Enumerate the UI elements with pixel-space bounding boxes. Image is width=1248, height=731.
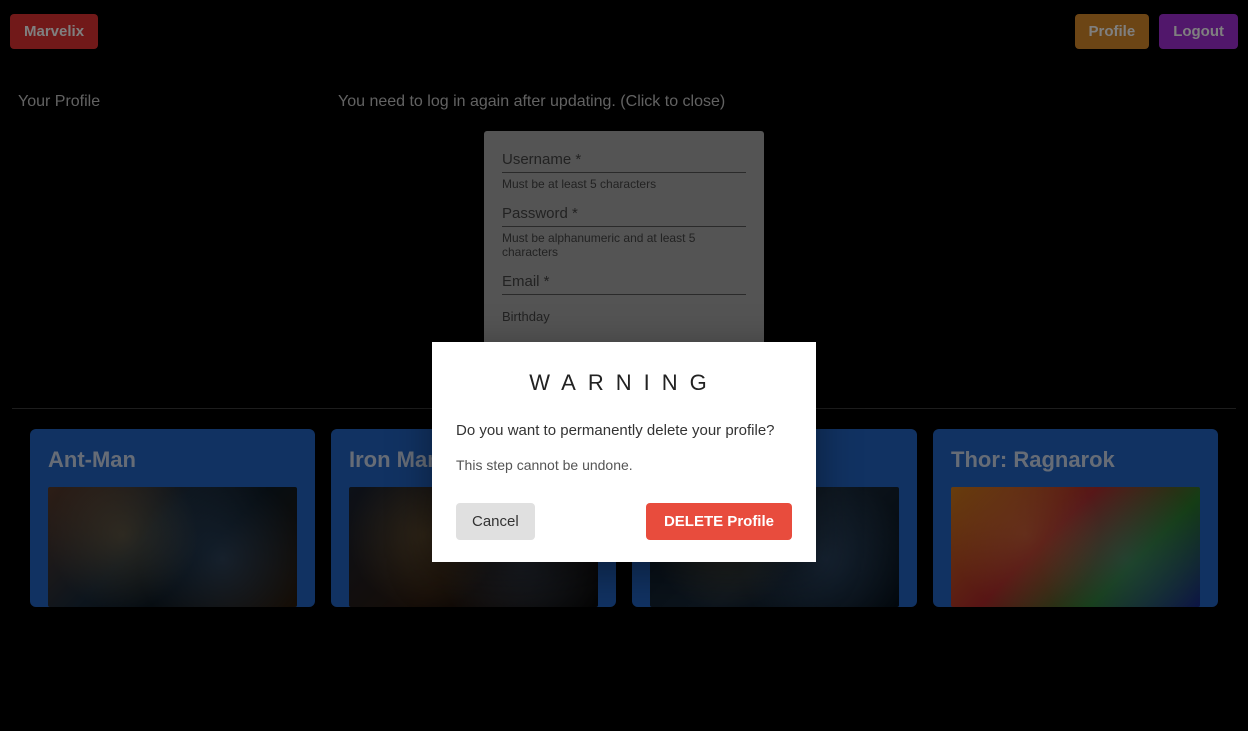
delete-warning-modal: WARNING Do you want to permanently delet…: [432, 342, 816, 562]
modal-title: WARNING: [456, 370, 792, 396]
delete-profile-button[interactable]: DELETE Profile: [646, 503, 792, 540]
modal-message: Do you want to permanently delete your p…: [456, 422, 792, 439]
modal-subtext: This step cannot be undone.: [456, 457, 792, 473]
modal-actions: Cancel DELETE Profile: [456, 503, 792, 540]
cancel-button[interactable]: Cancel: [456, 503, 535, 540]
